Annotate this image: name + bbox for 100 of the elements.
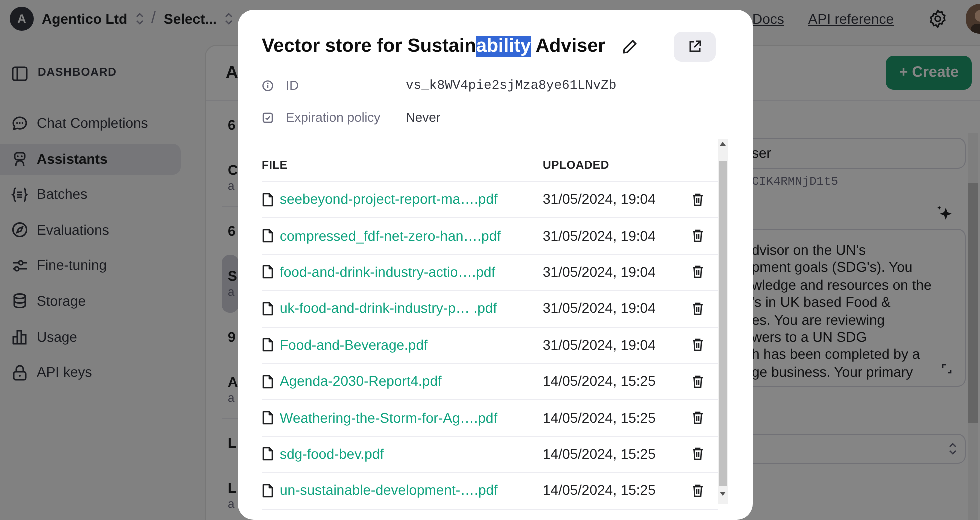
upload-date: 31/05/2024, 19:04 xyxy=(543,226,657,246)
instructions-text: h has been completed by a xyxy=(752,346,922,364)
file-icon xyxy=(262,484,274,498)
delete-button[interactable] xyxy=(692,484,704,498)
sidebar-heading: DASHBOARD xyxy=(38,66,117,82)
upload-date: 31/05/2024, 19:04 xyxy=(543,299,657,318)
sidebar-item[interactable]: API keys xyxy=(0,357,181,388)
file-link[interactable]: un-sustainable-development-….pdf xyxy=(280,480,498,502)
checkbox-icon xyxy=(262,112,274,124)
info-icon xyxy=(262,80,274,92)
sidebar-item[interactable]: Chat Completions xyxy=(0,108,181,139)
file-link[interactable]: uk-food-and-drink-industry-p… .pdf xyxy=(280,298,498,320)
instructions-text: es. You are reviewing xyxy=(752,312,886,330)
sidebar-item[interactable]: Evaluations xyxy=(0,214,181,246)
create-button[interactable]: + Create xyxy=(886,56,972,90)
list-item[interactable]: 9 xyxy=(222,313,239,361)
field-value: vs_k8WV4pie2sjMza8ye61LNvZb xyxy=(406,77,617,96)
sidebar-item[interactable]: Fine-tuning xyxy=(0,250,181,282)
sidebar-item[interactable]: Storage xyxy=(0,286,181,317)
instructions-text: dvisor on the UN's xyxy=(752,242,867,260)
delete-button[interactable] xyxy=(692,265,704,280)
delete-button[interactable] xyxy=(692,302,704,316)
file-icon xyxy=(262,447,274,462)
braces-list-icon xyxy=(11,186,29,204)
lock-icon xyxy=(11,364,29,382)
pencil-icon[interactable] xyxy=(622,39,638,55)
list-item-title: C xyxy=(228,162,239,179)
file-icon xyxy=(262,229,274,244)
list-item-title: L xyxy=(228,434,238,452)
instructions-text: ge business. Your primary xyxy=(752,364,914,382)
delete-button[interactable] xyxy=(692,338,704,352)
arrow-down-icon[interactable] xyxy=(720,492,726,496)
list-item[interactable]: L xyxy=(222,419,239,467)
delete-button[interactable] xyxy=(692,192,704,207)
file-link[interactable]: Weathering-the-Storm-for-Ag….pdf xyxy=(280,408,498,429)
field-label: Expiration policy xyxy=(286,109,381,128)
list-item-title: 9 xyxy=(228,328,237,346)
modal-title: Vector store for Sustainability Adviser xyxy=(262,36,606,58)
settings-icon[interactable] xyxy=(928,9,948,29)
list-item-title: 6 xyxy=(228,222,237,240)
upload-date: 14/05/2024, 15:25 xyxy=(543,444,657,464)
delete-button[interactable] xyxy=(692,229,704,244)
sidebar-item[interactable]: Assistants xyxy=(0,144,181,175)
org-avatar[interactable]: A xyxy=(10,7,34,31)
file-link[interactable]: food-and-drink-industry-actio….pdf xyxy=(280,262,496,283)
file-icon xyxy=(262,374,274,389)
file-link[interactable]: Agenda-2030-Report4.pdf xyxy=(280,371,442,392)
bar-chart-icon xyxy=(11,328,29,346)
project-selector[interactable]: Select... xyxy=(164,8,217,30)
chevron-updown-icon xyxy=(224,13,233,25)
file-icon xyxy=(262,338,274,352)
compass-icon xyxy=(11,221,29,240)
delete-button[interactable] xyxy=(692,374,704,389)
chat-bubble-icon xyxy=(11,114,29,132)
file-link[interactable]: compressed_fdf-net-zero-han….pdf xyxy=(280,226,501,247)
list-item[interactable]: 6 xyxy=(222,207,239,255)
chevron-updown-icon xyxy=(136,13,144,25)
sidebar-item[interactable]: Usage xyxy=(0,322,181,353)
nav-link[interactable]: API reference xyxy=(808,8,894,30)
external-link-icon xyxy=(688,40,702,54)
chevron-updown-icon xyxy=(949,443,957,455)
list-item-subtext: a xyxy=(228,178,236,194)
file-link[interactable]: Food-and-Beverage.pdf xyxy=(280,334,428,356)
upload-date: 14/05/2024, 15:25 xyxy=(543,481,657,500)
breadcrumb-separator: / xyxy=(152,9,156,29)
expand-icon[interactable] xyxy=(942,364,952,374)
file-icon xyxy=(262,411,274,426)
field-label: ID xyxy=(286,77,299,96)
column-header: UPLOADED xyxy=(543,160,610,172)
column-header: FILE xyxy=(262,158,288,174)
delete-button[interactable] xyxy=(692,411,704,426)
instructions-text: wledge and resources on the xyxy=(752,276,933,294)
assistant-id: CIK4RMNjD1t5 xyxy=(752,174,840,191)
scrollbar[interactable] xyxy=(718,139,728,504)
sidebar-item[interactable]: Batches xyxy=(0,179,181,210)
arrow-up-icon[interactable] xyxy=(720,142,726,146)
open-external-button[interactable] xyxy=(674,32,716,62)
upload-date: 31/05/2024, 19:04 xyxy=(543,336,657,355)
list-item-subtext: a xyxy=(228,496,236,512)
field-value: Never xyxy=(406,109,441,128)
upload-date: 14/05/2024, 15:25 xyxy=(543,408,657,428)
page-title: A xyxy=(226,62,238,84)
org-name[interactable]: Agentico Ltd xyxy=(42,8,128,30)
list-item-title: S xyxy=(228,268,238,286)
file-icon xyxy=(262,302,274,316)
sidebar-panel-icon[interactable] xyxy=(12,66,28,82)
delete-button[interactable] xyxy=(692,447,704,462)
instructions-text: pment goals (SDG's). You xyxy=(752,259,914,277)
instructions-text: 's in UK based Food & xyxy=(752,294,892,312)
user-avatar[interactable] xyxy=(966,4,980,34)
nav-link[interactable]: Docs xyxy=(752,8,784,30)
list-item-subtext: a xyxy=(228,390,236,406)
list-item-title: 6 xyxy=(228,116,237,134)
instructions-text: wers to a UN SDG xyxy=(752,329,868,346)
scrollbar[interactable] xyxy=(968,133,978,520)
upload-date: 14/05/2024, 15:25 xyxy=(543,372,657,392)
file-link[interactable]: seebeyond-project-report-ma….pdf xyxy=(280,189,498,210)
file-link[interactable]: sdg-food-bev.pdf xyxy=(280,444,384,465)
file-icon xyxy=(262,265,274,280)
list-item[interactable]: 6 xyxy=(222,101,239,149)
